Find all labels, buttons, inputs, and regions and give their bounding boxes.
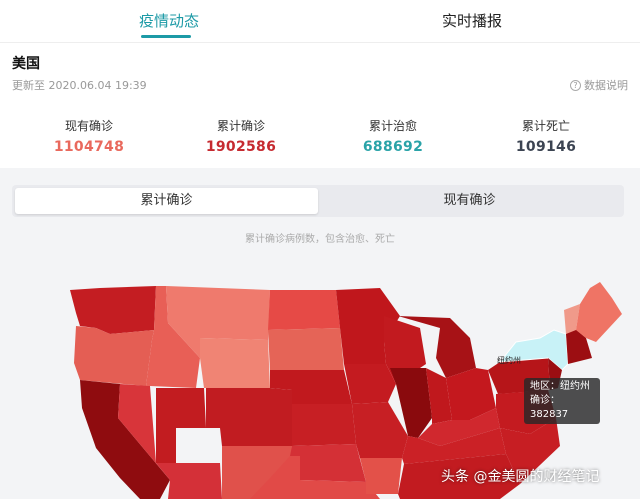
- watermark-text: 头条 @金美圆的财经笔记: [441, 469, 600, 485]
- map-mode-segmented-control: 累计确诊 现有确诊: [12, 185, 624, 217]
- question-circle-icon: ?: [570, 79, 581, 91]
- state-region: [200, 338, 270, 388]
- top-tab-bar: 疫情动态 实时播报: [0, 0, 640, 42]
- state-region: [352, 402, 408, 458]
- stat-current-confirmed: 现有确诊 1104748: [29, 117, 149, 155]
- state-region: [268, 328, 344, 370]
- state-region: [344, 364, 396, 404]
- map-note: 累计确诊病例数，包含治愈、死亡: [245, 234, 395, 245]
- map-tooltip: 地区：纽约州 确诊：382837: [524, 378, 600, 424]
- state-region: [268, 290, 340, 330]
- active-tab-indicator: [141, 35, 191, 38]
- summary-panel: 美国 更新至 2020.06.04 19:39 ? 数据说明 现有确诊 1104…: [0, 42, 640, 168]
- segment-total-confirmed[interactable]: 累计确诊: [15, 188, 318, 214]
- state-region: [576, 282, 622, 342]
- country-title: 美国: [12, 56, 40, 72]
- data-explanation-label: 数据说明: [584, 79, 628, 92]
- tooltip-region: 地区：纽约州: [530, 381, 590, 392]
- stat-value: 109146: [515, 139, 577, 155]
- stat-value: 688692: [362, 139, 424, 155]
- stat-value: 1104748: [53, 139, 125, 155]
- state-region: [292, 404, 356, 446]
- stat-label: 现有确诊: [64, 119, 113, 133]
- tooltip-confirmed: 确诊：382837: [530, 395, 569, 420]
- tab-epidemic-dynamics[interactable]: 疫情动态: [139, 10, 199, 31]
- update-timestamp: 更新至 2020.06.04 19:39: [12, 79, 147, 92]
- state-region: [206, 388, 292, 446]
- stat-label: 累计死亡: [521, 119, 570, 133]
- segment-current-confirmed[interactable]: 现有确诊: [318, 188, 621, 214]
- stat-value: 1902586: [205, 139, 277, 155]
- state-region: [74, 326, 154, 386]
- stat-total-deaths: 累计死亡 109146: [486, 117, 606, 155]
- stat-label: 累计治愈: [368, 119, 417, 133]
- state-region: [360, 458, 402, 494]
- state-region: [156, 388, 206, 463]
- tab-live-broadcast[interactable]: 实时播报: [442, 10, 502, 31]
- stat-total-confirmed: 累计确诊 1902586: [181, 117, 301, 155]
- stat-label: 累计确诊: [216, 119, 265, 133]
- stat-total-recovered: 累计治愈 688692: [333, 117, 453, 155]
- state-region: [290, 444, 366, 482]
- map-state-label-new-york: 纽约州: [497, 356, 521, 365]
- data-explanation-link[interactable]: ? 数据说明: [570, 77, 628, 93]
